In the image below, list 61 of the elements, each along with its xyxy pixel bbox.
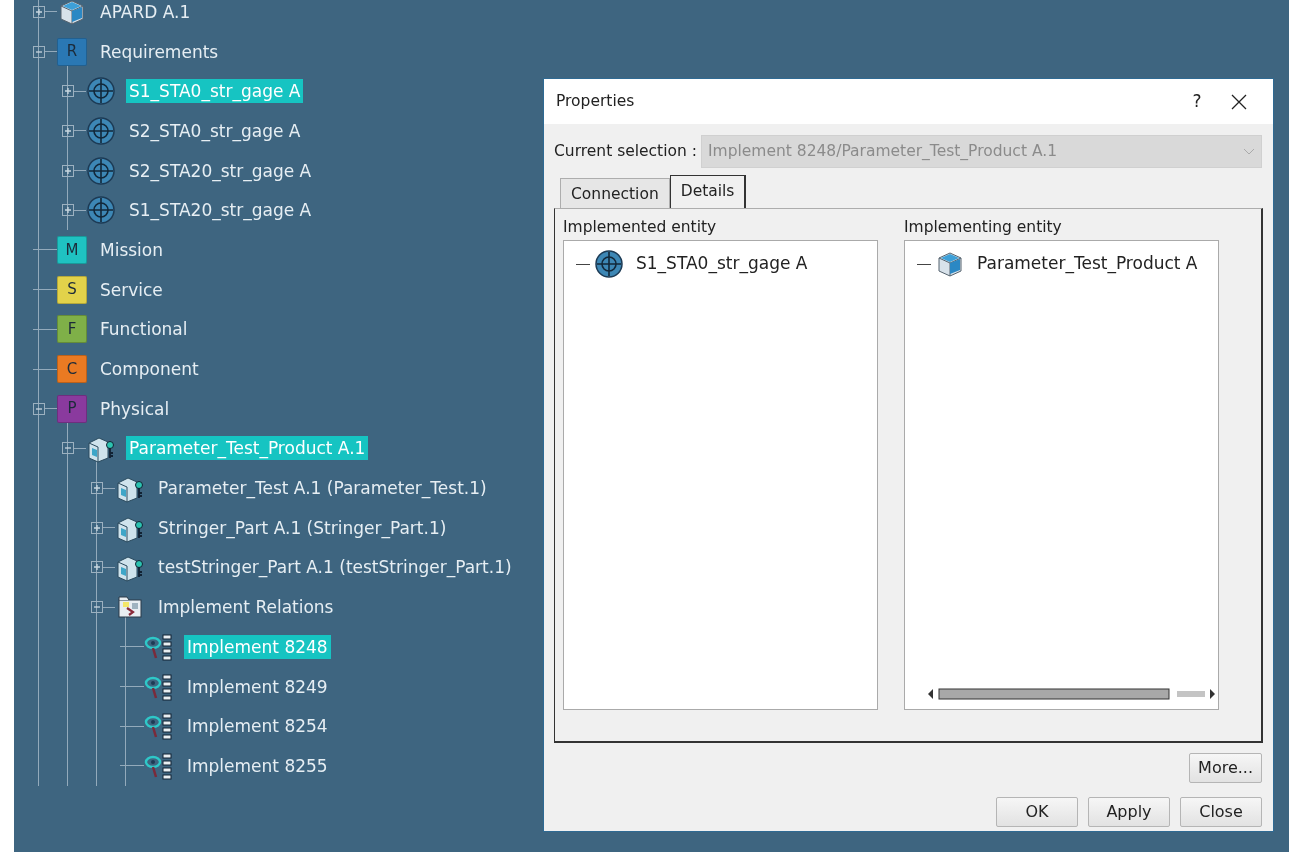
horizontal-scrollbar[interactable] [927, 687, 1217, 701]
target-icon [86, 115, 116, 146]
dropdown-caret-icon [1243, 147, 1255, 156]
collapse-toggle[interactable] [33, 402, 45, 415]
tree-item[interactable]: Functional [97, 317, 191, 342]
letter-badge: S [57, 275, 87, 304]
expand-toggle[interactable] [62, 204, 74, 217]
tree-item[interactable]: Implement 8255 [184, 753, 331, 778]
relation-icon [144, 750, 174, 781]
tree-item[interactable]: Parameter_Test A.1 (Parameter_Test.1) [155, 476, 490, 501]
entity-item[interactable]: S1_STA0_str_gage A [636, 251, 808, 277]
panel-heading: Implemented entity [563, 217, 718, 237]
collapse-toggle[interactable] [62, 442, 74, 455]
tree-item[interactable]: Service [97, 277, 166, 302]
tree-item[interactable]: Component [97, 357, 202, 382]
letter-badge: C [57, 355, 87, 384]
selection-label: Current selection : [554, 140, 697, 162]
tree-item[interactable]: testStringer_Part A.1 (testStringer_Part.1) [155, 555, 515, 580]
tree-item[interactable]: APARD A.1 [97, 0, 194, 24]
expand-toggle[interactable] [91, 482, 103, 495]
tree-item[interactable]: Implement 8249 [184, 674, 331, 699]
tree-item[interactable]: Requirements [97, 39, 222, 64]
panel-heading: Implementing entity [904, 217, 1063, 237]
dialog-button[interactable]: Close [1180, 797, 1262, 827]
tree-item[interactable]: S2_STA20_str_gage A [126, 158, 315, 183]
expand-toggle[interactable] [62, 85, 74, 98]
relation-icon [144, 671, 174, 702]
expand-toggle[interactable] [91, 521, 103, 534]
collapse-toggle[interactable] [91, 601, 103, 614]
help-button[interactable]: ? [1177, 88, 1217, 115]
letter-badge: R [57, 37, 87, 66]
tree-item[interactable]: Physical [97, 396, 173, 421]
target-icon [86, 155, 116, 186]
tree-item[interactable]: Implement Relations [155, 595, 337, 620]
more-button[interactable]: More... [1189, 753, 1262, 783]
target-icon [594, 249, 624, 279]
tab[interactable]: Connection [560, 178, 670, 208]
relation-icon [144, 711, 174, 742]
dialog-title: Properties [556, 90, 636, 112]
letter-badge: F [57, 315, 87, 344]
tab[interactable]: Details [669, 175, 747, 208]
dialog-button[interactable]: OK [996, 797, 1078, 827]
entity-item[interactable]: Parameter_Test_Product A [977, 251, 1198, 277]
tree-item[interactable]: S2_STA0_str_gage A [126, 118, 304, 143]
tree-item[interactable]: S1_STA20_str_gage A [126, 198, 315, 223]
expand-toggle[interactable] [62, 124, 74, 137]
cube-icon [57, 0, 87, 27]
expand-toggle[interactable] [62, 164, 74, 177]
target-icon [86, 195, 116, 226]
letter-badge: P [57, 394, 87, 423]
tree-item[interactable]: Mission [97, 237, 166, 262]
expand-toggle[interactable] [91, 561, 103, 574]
dialog-button[interactable]: Apply [1088, 797, 1170, 827]
collapse-toggle[interactable] [33, 45, 45, 58]
expand-toggle[interactable] [33, 5, 45, 18]
close-icon [1231, 93, 1247, 110]
tree-item[interactable]: Stringer_Part A.1 (Stringer_Part.1) [155, 515, 450, 540]
tree-item[interactable]: Implement 8254 [184, 714, 331, 739]
relation-icon [144, 631, 174, 662]
target-icon [86, 76, 116, 107]
letter-badge: M [57, 235, 87, 264]
